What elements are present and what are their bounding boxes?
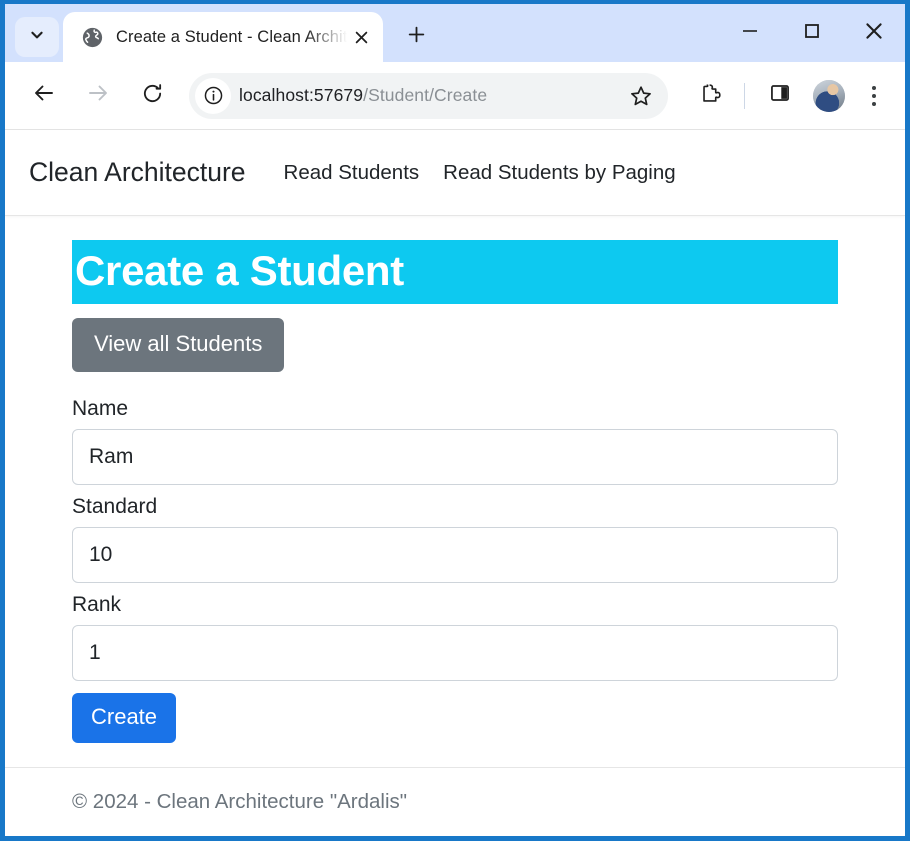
nav-link-read-students[interactable]: Read Students	[284, 161, 420, 185]
view-all-students-button[interactable]: View all Students	[72, 318, 285, 373]
tab-strip: Create a Student - Clean Archite	[5, 4, 905, 62]
star-icon[interactable]	[624, 79, 658, 113]
toolbar-divider	[744, 82, 745, 109]
avatar[interactable]	[813, 79, 845, 112]
plus-icon	[407, 25, 426, 49]
forward-arrow-icon	[86, 81, 110, 110]
menu-dot	[872, 93, 876, 98]
page-title: Create a Student	[72, 240, 838, 305]
reload-button[interactable]	[131, 75, 173, 117]
tab-close-button[interactable]	[347, 23, 375, 51]
minimize-icon	[740, 21, 760, 46]
browser-toolbar: localhost:57679/Student/Create	[5, 62, 905, 130]
label-rank: Rank	[72, 593, 122, 617]
puzzle-piece-icon	[700, 82, 723, 110]
field-name: Name	[72, 397, 838, 486]
submit-row: Create	[72, 693, 838, 744]
main-content: Create a Student View all Students Name …	[5, 216, 905, 767]
rank-input[interactable]	[72, 625, 838, 682]
url-path: /Student/Create	[363, 85, 488, 105]
standard-input[interactable]	[72, 527, 838, 584]
back-arrow-icon	[32, 81, 56, 110]
field-rank: Rank	[72, 593, 838, 682]
globe-favicon	[81, 26, 103, 48]
site-navbar: Clean Architecture Read Students Read St…	[5, 130, 905, 216]
maximize-icon	[802, 21, 822, 46]
browser-tab[interactable]: Create a Student - Clean Archite	[63, 12, 383, 62]
chevron-down-icon	[29, 27, 45, 48]
forward-button[interactable]	[77, 75, 119, 117]
navbar-links: Read Students Read Students by Paging	[284, 161, 676, 185]
window-controls	[719, 4, 905, 62]
browser-window: Create a Student - Clean Archite localho…	[0, 0, 910, 841]
create-student-form: Name Standard Rank Create	[72, 397, 838, 744]
name-input[interactable]	[72, 429, 838, 486]
reload-icon	[141, 82, 164, 110]
back-button[interactable]	[23, 75, 65, 117]
url-text: localhost:57679/Student/Create	[239, 85, 624, 106]
side-panel-icon	[769, 82, 791, 109]
menu-dot	[872, 101, 876, 106]
window-close-button[interactable]	[843, 9, 905, 57]
extensions-button[interactable]	[692, 77, 730, 115]
page-viewport: Clean Architecture Read Students Read St…	[5, 130, 905, 836]
site-footer: © 2024 - Clean Architecture "Ardalis"	[5, 767, 905, 836]
window-maximize-button[interactable]	[781, 9, 843, 57]
side-panel-button[interactable]	[761, 77, 799, 115]
three-dots-icon[interactable]	[857, 77, 891, 115]
create-button[interactable]: Create	[72, 693, 177, 744]
menu-dot	[872, 85, 876, 90]
new-tab-button[interactable]	[397, 18, 435, 56]
field-standard: Standard	[72, 495, 838, 584]
avatar-image	[813, 79, 845, 112]
label-standard: Standard	[72, 495, 158, 519]
label-name: Name	[72, 397, 129, 421]
info-circle-icon[interactable]	[195, 77, 231, 114]
tab-title: Create a Student - Clean Archite	[116, 27, 347, 46]
url-host: localhost:57679	[239, 85, 364, 105]
window-minimize-button[interactable]	[719, 9, 781, 57]
nav-link-read-students-by-paging[interactable]: Read Students by Paging	[443, 161, 676, 185]
close-icon	[863, 20, 885, 47]
address-bar[interactable]: localhost:57679/Student/Create	[189, 72, 668, 119]
navbar-brand[interactable]: Clean Architecture	[29, 157, 246, 188]
tab-search-button[interactable]	[15, 17, 59, 57]
browser-window-inner: Create a Student - Clean Archite localho…	[5, 4, 905, 836]
